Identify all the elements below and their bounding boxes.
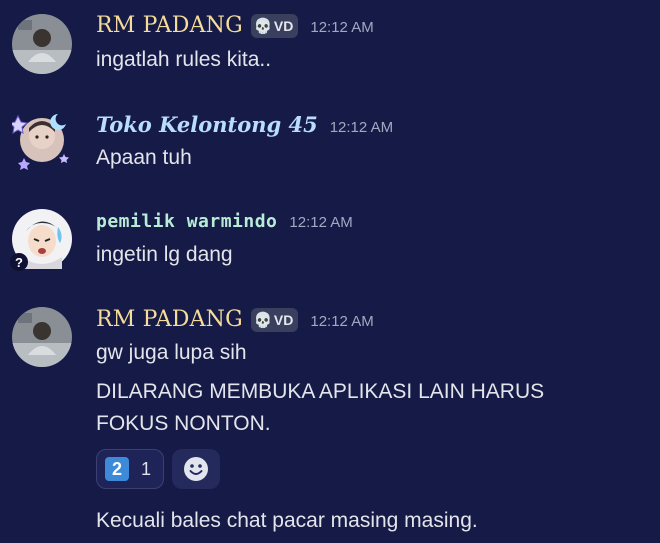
server-tag-label: VD (273, 18, 294, 34)
server-tag-label: VD (273, 312, 294, 328)
avatar[interactable]: ? (10, 209, 72, 271)
reaction-keycap-2[interactable]: 2 1 (96, 449, 165, 489)
avatar[interactable] (12, 14, 72, 74)
avatar[interactable] (12, 110, 72, 170)
avatar-image (12, 14, 72, 74)
keycap-2-icon: 2 (105, 457, 129, 481)
timestamp[interactable]: 12:12 AM (310, 19, 373, 36)
reaction-bar: 2 1 (96, 449, 221, 489)
username[interactable]: RM PADANG (96, 12, 243, 40)
server-tag[interactable]: 💀 VD (250, 308, 299, 332)
avatar-image (12, 307, 72, 367)
message-text: ingatlah rules kita.. (96, 48, 272, 71)
username[interactable]: pemilik warmindo (96, 208, 277, 236)
message-text: gw juga lupa sih (96, 341, 247, 364)
question-badge-icon: ? (10, 253, 28, 271)
avatar-image (12, 114, 69, 170)
message-text: ingetin lg dang (96, 243, 233, 266)
reaction-count: 1 (141, 458, 152, 479)
chat-message-list: RM PADANG 💀 VD 12:12 AM ingatlah rules k… (0, 0, 660, 543)
add-reaction-button[interactable] (172, 449, 221, 489)
skull-icon: 💀 (253, 17, 273, 35)
timestamp[interactable]: 12:12 AM (310, 313, 373, 330)
username[interactable]: RM PADANG (96, 306, 243, 334)
message-text: FOKUS NONTON. (96, 412, 271, 435)
message-text: Apaan tuh (96, 146, 192, 169)
message-text: DILARANG MEMBUKA APLIKASI LAIN HARUS (96, 380, 545, 403)
username[interactable]: Toko Kelontong 45 (96, 111, 318, 139)
skull-icon: 💀 (253, 311, 273, 329)
timestamp[interactable]: 12:12 AM (330, 119, 393, 136)
smiley-icon (184, 457, 209, 481)
avatar[interactable] (12, 307, 72, 367)
server-tag[interactable]: 💀 VD (250, 14, 299, 38)
message-text: Kecuali bales chat pacar masing masing. (96, 509, 478, 532)
timestamp[interactable]: 12:12 AM (289, 214, 352, 231)
